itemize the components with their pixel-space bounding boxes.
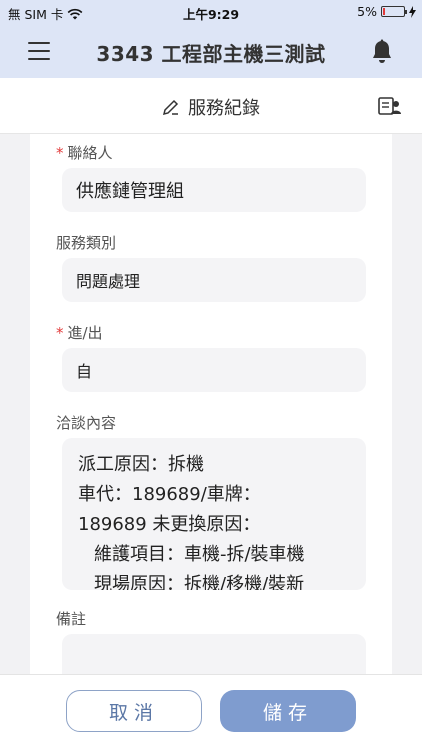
- subheader-title: 服務紀錄: [188, 98, 260, 119]
- cancel-button[interactable]: 取消: [66, 690, 202, 732]
- required-mark: *: [56, 144, 64, 162]
- edit-icon: [162, 99, 179, 116]
- remarks-label: 備註: [56, 610, 87, 628]
- in-out-field[interactable]: 自: [62, 348, 366, 392]
- required-mark: *: [56, 324, 64, 342]
- page-title: 3343 工程部主機三測試: [96, 42, 326, 66]
- battery-icon: [381, 6, 407, 17]
- bell-icon[interactable]: [370, 39, 394, 65]
- discussion-label: 洽談內容: [56, 414, 117, 432]
- service-type-field[interactable]: 問題處理: [62, 258, 366, 302]
- app-header: 3343 工程部主機三測試: [0, 24, 422, 78]
- discussion-line: 維護項目：車機-拆/裝車機: [94, 544, 305, 565]
- contact-field[interactable]: 供應鏈管理組: [62, 168, 366, 212]
- sub-header: 服務紀錄: [0, 78, 422, 134]
- menu-icon[interactable]: [28, 42, 50, 60]
- contact-label: * 聯絡人: [56, 144, 113, 162]
- status-bar: 無 SIM 卡 上午9:29 5%: [0, 0, 422, 24]
- discussion-line: 派工原因：拆機: [78, 454, 204, 475]
- service-record-form: * 聯絡人 供應鏈管理組 服務類別 問題處理 * 進/出 自 洽談內容 派工原因：拆…: [30, 134, 392, 674]
- battery-percent: 5%: [357, 4, 377, 19]
- remarks-field[interactable]: [62, 634, 366, 674]
- footer-actions: 取消 儲存: [0, 674, 422, 750]
- charging-icon: [409, 5, 416, 18]
- discussion-line: 車代：189689/車牌：: [78, 484, 261, 505]
- in-out-label: * 進/出: [56, 324, 103, 342]
- save-button[interactable]: 儲存: [220, 690, 356, 732]
- service-type-label: 服務類別: [56, 234, 117, 252]
- discussion-textarea[interactable]: 派工原因：拆機 車代：189689/車牌： 189689 未更換原因： 維護項目…: [62, 438, 366, 590]
- discussion-line: 189689 未更換原因：: [78, 514, 261, 535]
- contact-card-icon[interactable]: [378, 96, 402, 116]
- discussion-line: 現場原因：拆機/移機/裝新: [94, 574, 305, 590]
